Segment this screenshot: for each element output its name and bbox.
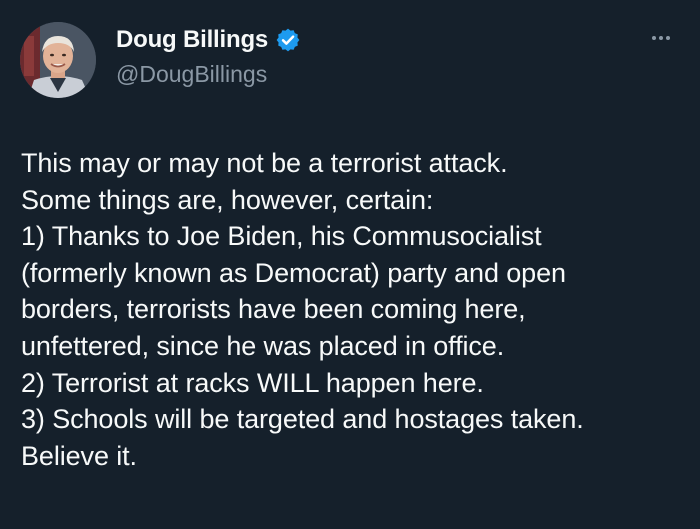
verified-badge-icon[interactable]	[275, 27, 301, 53]
author-handle[interactable]: @DougBillings	[116, 61, 267, 88]
author-display-name[interactable]: Doug Billings	[116, 26, 268, 54]
tweet-text-line: 3) Schools will be targeted and hostages…	[21, 404, 584, 435]
tweet-text-line: 1) Thanks to Joe Biden, his Commusociali…	[21, 221, 542, 252]
tweet-text-line: Some things are, however, certain:	[21, 184, 434, 215]
more-options-icon	[652, 36, 656, 40]
profile-photo-icon	[20, 22, 96, 98]
more-options-icon-dot	[659, 36, 663, 40]
tweet-text-line: unfettered, since he was placed in offic…	[21, 330, 505, 361]
tweet-text-line: Believe it.	[21, 440, 137, 471]
tweet-text-line: This may or may not be a terrorist attac…	[21, 148, 508, 178]
tweet-text-line: borders, terrorists have been coming her…	[21, 294, 526, 325]
tweet-text-line: (formerly known as Democrat) party and o…	[21, 257, 566, 288]
more-options-button[interactable]	[646, 28, 676, 48]
more-options-icon-dot	[666, 36, 670, 40]
tweet-text: This may or may not be a terrorist attac…	[21, 145, 691, 474]
tweet-text-line: 2) Terrorist at racks WILL happen here.	[21, 367, 484, 398]
author-name-row[interactable]: Doug Billings	[116, 26, 301, 54]
tweet-card: Doug Billings @DougBillings This may or …	[0, 0, 700, 529]
avatar[interactable]	[20, 22, 96, 98]
